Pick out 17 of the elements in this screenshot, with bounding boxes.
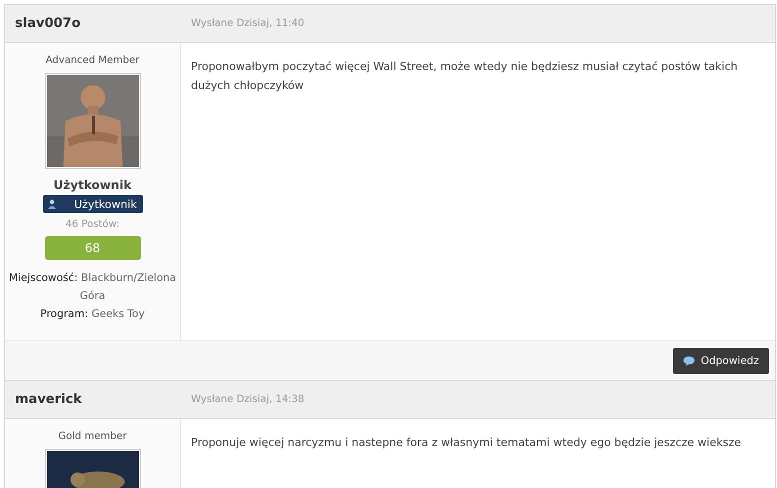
profile-field: Miejscowość: Blackburn/Zielona Góra bbox=[6, 269, 178, 305]
member-title: Advanced Member bbox=[46, 55, 140, 66]
post-message: Proponuje więcej narcyzmu i nastepne fora z własnymi tematami wtedy ego będzie jeszcze wieksze bbox=[191, 435, 742, 451]
speech-bubble-icon bbox=[682, 356, 695, 366]
post-message: Proponowałbym poczytać więcej Wall Street, może wtedy nie będziesz musiał czytać postów takich dużych chłopczyków bbox=[191, 59, 739, 94]
profile-field: Program: Geeks Toy bbox=[6, 305, 178, 323]
user-icon bbox=[46, 199, 56, 209]
author-name[interactable]: maverick bbox=[5, 392, 181, 407]
group-badge-text: Użytkownik bbox=[73, 198, 138, 210]
member-title: Gold member bbox=[58, 431, 127, 442]
reputation-score: 68 bbox=[44, 236, 140, 260]
reply-button[interactable]: Odpowiedz bbox=[672, 348, 769, 374]
post-count: 46 Postów: bbox=[66, 219, 120, 230]
author-name[interactable]: slav007o bbox=[5, 16, 181, 31]
post-date: Wysłane Dzisiaj, 11:40 bbox=[190, 18, 304, 29]
user-group: Użytkownik bbox=[54, 178, 132, 192]
post-date: Wysłane Dzisiaj, 14:38 bbox=[190, 394, 304, 405]
